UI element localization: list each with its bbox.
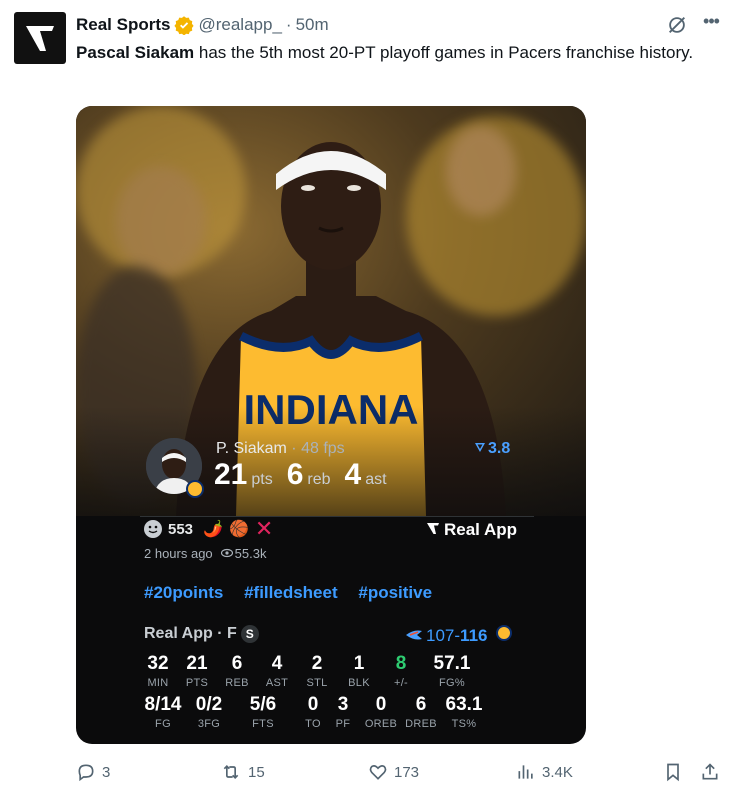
grok-icon[interactable] (666, 14, 688, 36)
stat-reb-unit: reb (307, 471, 331, 488)
home-score: 116 (460, 626, 488, 645)
stat-cell: 8/14 FG (144, 694, 182, 730)
bookmark-icon (667, 763, 679, 782)
basketball-icon[interactable]: 🏀 (229, 519, 249, 539)
hashtag-link[interactable]: #20points (144, 583, 223, 602)
share-icon (702, 763, 718, 780)
x-mark-icon[interactable]: ✕ (255, 518, 273, 540)
card-time: 2 hours ago (144, 546, 213, 561)
stat-cell: 32 MIN (147, 653, 169, 689)
tweet-text: Pascal Siakam has the 5th most 20-PT pla… (76, 41, 716, 65)
card-meta: 2 hours ago 55.3k (144, 546, 266, 561)
repost-icon (223, 764, 239, 780)
statsheet-title-text: Real App · F (144, 625, 237, 642)
stat-cell: 57.1 FG% (433, 653, 471, 689)
team-badge (186, 480, 204, 498)
like-button[interactable]: 173 (368, 762, 419, 782)
tweet-timestamp[interactable]: 50m (296, 15, 329, 35)
stat-ast-value: 4 (344, 458, 362, 491)
real-app-brand[interactable]: Real App (426, 520, 517, 540)
reaction-face-icon (144, 520, 162, 538)
more-icon[interactable]: ••• (700, 12, 722, 34)
game-score[interactable]: 107-116 (406, 625, 513, 646)
author-name[interactable]: Real Sports (76, 15, 170, 35)
card-divider (140, 516, 534, 517)
stat-cell: 0/2 3FG (195, 694, 223, 730)
views-icon (518, 765, 533, 779)
stat-ast-unit: ast (365, 471, 387, 488)
views-count: 3.4K (542, 763, 573, 781)
statsheet-title: Real App · FS (144, 625, 259, 643)
stat-pts-unit: pts (251, 471, 273, 488)
tweet-header: Real Sports @realapp_ · 50m (76, 14, 329, 36)
reactions-row[interactable]: 553 🌶️ 🏀 ✕ (144, 518, 273, 540)
header-separator: · (285, 15, 292, 34)
stat-cell: 21 PTS (185, 653, 209, 689)
pepper-icon[interactable]: 🌶️ (203, 519, 223, 539)
reaction-count: 553 (168, 520, 194, 538)
hashtag-row: #20points #filledsheet #positive (144, 583, 448, 603)
reply-button[interactable]: 3 (76, 762, 110, 782)
like-icon (369, 765, 387, 780)
away-score: 107 (426, 626, 455, 645)
tweet-action-bar: 3 15 173 3.4K (76, 762, 726, 784)
real-app-logo-icon (26, 26, 54, 51)
stat-cell: 1 BLK (348, 653, 370, 689)
player-fps: 48 fps (301, 440, 345, 457)
player-name[interactable]: P. Siakam (216, 440, 287, 457)
media-card[interactable]: INDIANA P. Siakam · 48 fps 3.8 21pts 6re… (76, 106, 586, 744)
stat-cell: 63.1 TS% (445, 694, 483, 730)
stat-cell: 2 STL (306, 653, 328, 689)
views-button[interactable]: 3.4K (516, 762, 573, 782)
real-app-mark-icon (427, 523, 439, 534)
stat-cell: 4 AST (265, 653, 289, 689)
player-mention: Pascal Siakam (76, 43, 195, 62)
stat-cell: 0 OREB (364, 694, 398, 730)
player-rating-value: 3.8 (488, 440, 511, 457)
player-rating: 3.8 (474, 440, 510, 458)
eye-icon (220, 548, 233, 558)
stat-pts-value: 21 (214, 458, 248, 491)
stat-cell: 5/6 FTS (249, 694, 277, 730)
card-views: 55.3k (234, 546, 267, 561)
player-stat-line: 21 pts 6 reb 4 ast (214, 458, 401, 492)
bookmark-button[interactable] (664, 762, 688, 782)
hashtag-link[interactable]: #positive (358, 583, 432, 602)
thunder-logo-icon (406, 630, 422, 640)
repost-count: 15 (248, 763, 265, 781)
statsheet-badge: S (240, 625, 259, 643)
repost-button[interactable]: 15 (220, 762, 265, 782)
hashtag-link[interactable]: #filledsheet (244, 583, 338, 602)
author-avatar[interactable] (14, 12, 66, 64)
rating-arrow-icon (475, 443, 485, 452)
share-button[interactable] (700, 762, 726, 782)
stat-cell: 3 PF (335, 694, 351, 730)
tweet-body: has the 5th most 20-PT playoff games in … (194, 43, 694, 62)
real-app-label: Real App (444, 520, 518, 539)
player-sep: · (286, 440, 302, 457)
stat-reb-value: 6 (286, 458, 304, 491)
player-name-row: P. Siakam · 48 fps (216, 440, 345, 458)
stat-cell: 0 TO (305, 694, 321, 730)
pacers-logo-icon (496, 625, 513, 641)
like-count: 173 (394, 763, 420, 781)
reply-icon (78, 764, 94, 782)
stat-cell-plusminus: 8 +/- (393, 653, 409, 689)
stat-cell: 6 DREB (405, 694, 437, 730)
reply-count: 3 (102, 763, 111, 781)
author-handle[interactable]: @realapp_ (198, 15, 281, 35)
verified-badge-icon (174, 16, 195, 35)
stat-cell: 6 REB (225, 653, 249, 689)
